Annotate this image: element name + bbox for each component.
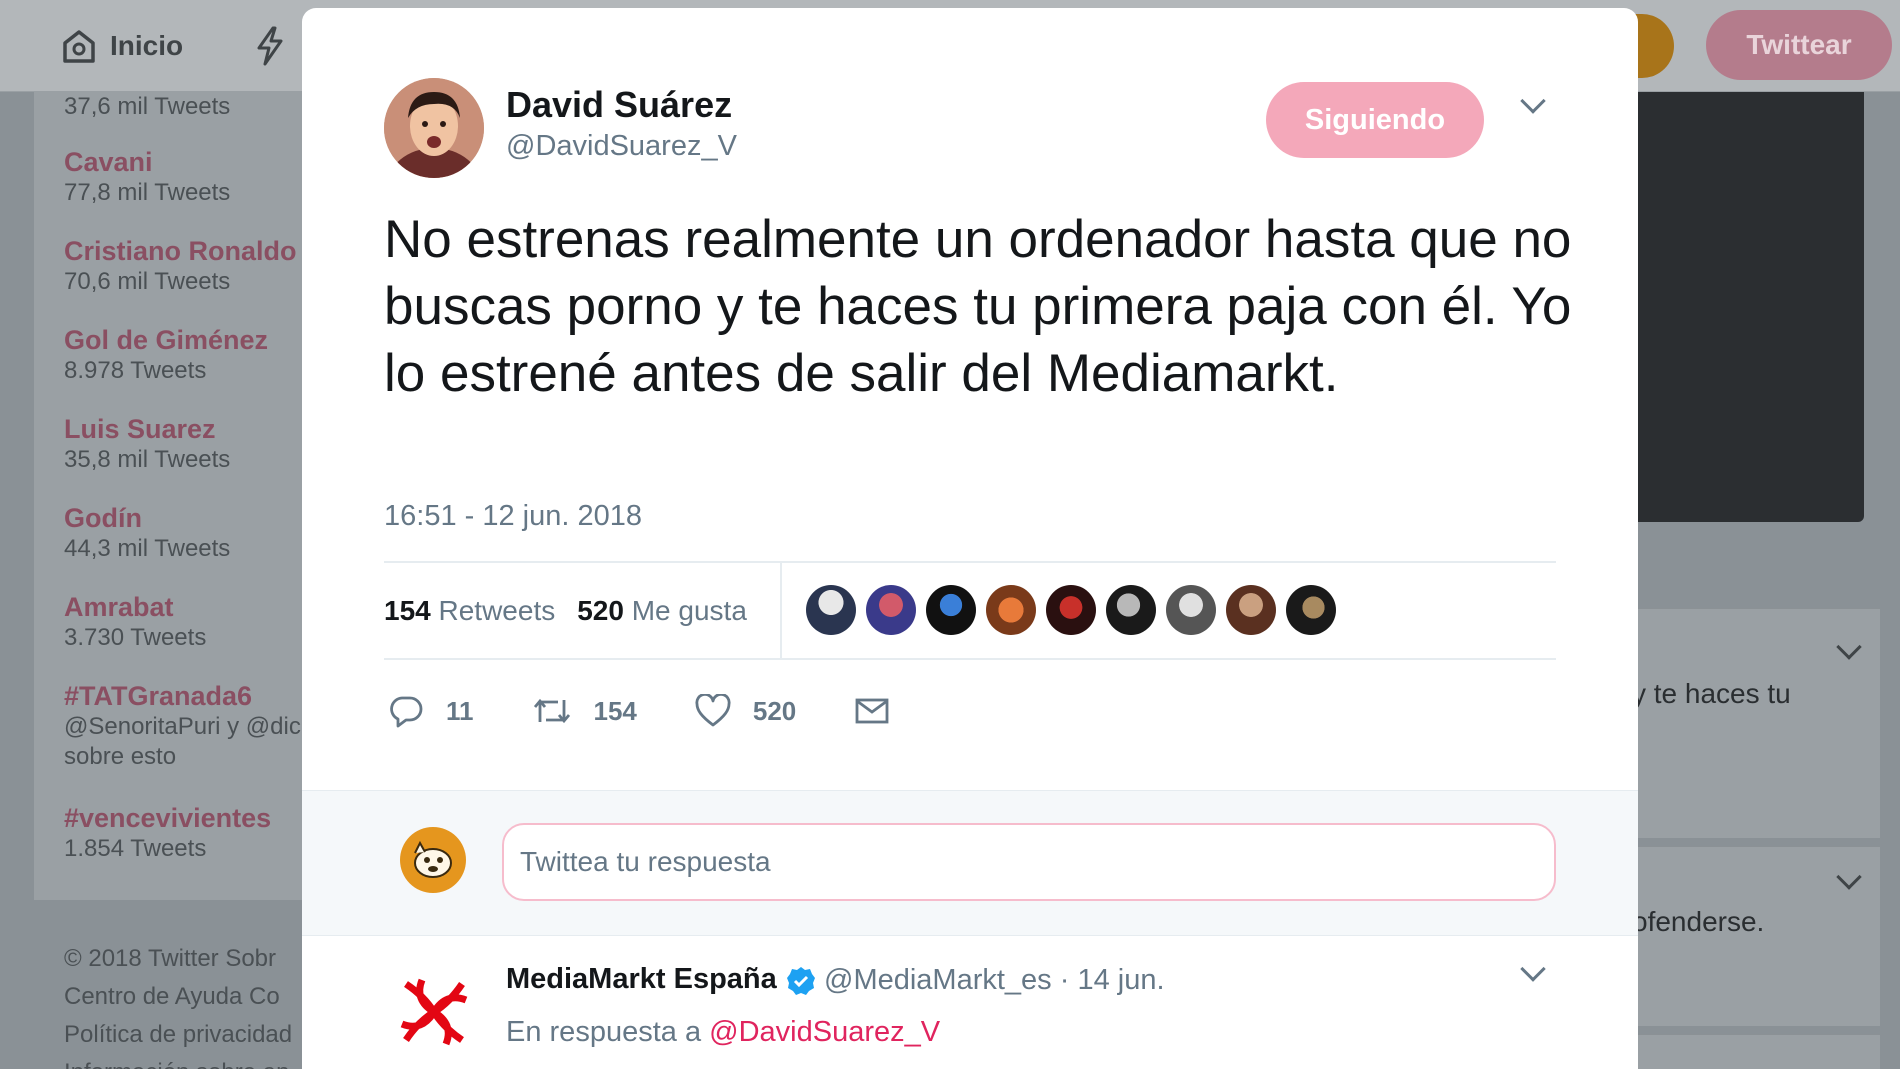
trend-count: 35,8 mil Tweets: [64, 446, 231, 473]
like-action[interactable]: 520: [695, 694, 796, 728]
retweet-icon: [533, 698, 570, 724]
liker-avatar[interactable]: [1226, 585, 1276, 635]
trend-item[interactable]: #vencevivientes 1.854 Tweets: [64, 802, 271, 864]
footer-line[interactable]: Política de privacidad: [64, 1016, 292, 1054]
trend-count: 44,3 mil Tweets: [64, 535, 231, 562]
retweet-action[interactable]: 154: [532, 694, 637, 728]
timeline-media: [1620, 92, 1864, 522]
trend-name: #vencevivientes: [64, 803, 272, 833]
liker-avatar[interactable]: [926, 585, 976, 635]
trends-panel: 37,6 mil Tweets Cavani 77,8 mil Tweets C…: [34, 92, 304, 900]
dog-avatar-icon: [414, 840, 452, 878]
timeline-tweet-card[interactable]: [1620, 1034, 1880, 1069]
retweets-count: 154: [384, 594, 431, 626]
tweet-detail-modal: David Suárez @DavidSuarez_V Siguiendo No…: [302, 8, 1638, 1069]
trend-context: @SenoritaPuri y @dic: [64, 713, 301, 740]
nav-item-moments[interactable]: [253, 26, 287, 66]
footer-links: © 2018 Twitter Sobr Centro de Ayuda Co P…: [64, 940, 292, 1069]
reply-count: 11: [446, 695, 474, 726]
liker-avatar[interactable]: [1046, 585, 1096, 635]
following-button[interactable]: Siguiendo: [1266, 82, 1484, 158]
trend-item[interactable]: Luis Suarez 35,8 mil Tweets: [64, 413, 230, 475]
trend-count: 8.978 Tweets: [64, 357, 207, 384]
trend-count: 1.854 Tweets: [64, 835, 207, 862]
author-name[interactable]: David Suárez: [506, 84, 732, 126]
reply-author-name[interactable]: MediaMarkt España: [506, 963, 777, 996]
footer-line[interactable]: Centro de Ayuda Co: [64, 978, 292, 1016]
mediamarkt-avatar[interactable]: [384, 962, 484, 1062]
mediamarkt-logo: [384, 962, 484, 1062]
current-user-avatar[interactable]: [400, 827, 466, 893]
liker-avatars: [806, 585, 1336, 635]
in-reply-to-prefix: En respuesta a: [506, 1016, 702, 1048]
trend-count: 70,6 mil Tweets: [64, 268, 231, 295]
verified-badge-icon: [787, 967, 815, 995]
tweet-timestamp[interactable]: 16:51 - 12 jun. 2018: [384, 500, 642, 533]
reply-input[interactable]: [502, 823, 1556, 901]
likes-label: Me gusta: [631, 594, 747, 626]
reply-composer: [302, 790, 1638, 936]
trend-item[interactable]: Amrabat 3.730 Tweets: [64, 591, 206, 653]
trend-name: Cristiano Ronaldo: [64, 236, 297, 266]
liker-avatar[interactable]: [1106, 585, 1156, 635]
author-photo: [384, 78, 484, 178]
trend-count: 77,8 mil Tweets: [64, 179, 231, 206]
trend-name: Cavani: [64, 147, 153, 177]
tweet-compose-button[interactable]: Twittear: [1706, 10, 1892, 80]
author-handle[interactable]: @DavidSuarez_V: [506, 130, 737, 163]
chevron-down-icon[interactable]: [1520, 956, 1546, 982]
heart-icon: [695, 694, 731, 727]
nav-home-label: Inicio: [110, 30, 184, 61]
nav-links: Inicio: [60, 0, 287, 92]
likes-count: 520: [577, 594, 624, 626]
lightning-icon: [257, 26, 283, 66]
stats-counts: 154 Retweets 520 Me gusta: [384, 563, 782, 658]
retweets-label: Retweets: [438, 594, 556, 626]
trend-item[interactable]: Cavani 77,8 mil Tweets: [64, 146, 230, 208]
trend-item[interactable]: 37,6 mil Tweets: [64, 92, 230, 122]
timeline-snippet: ofenderse.: [1632, 906, 1765, 937]
chevron-down-icon[interactable]: [1520, 88, 1546, 114]
trend-context: sobre esto: [64, 743, 177, 770]
footer-line[interactable]: Información sobre an: [64, 1054, 292, 1069]
trend-item[interactable]: Godín 44,3 mil Tweets: [64, 502, 230, 564]
tweet-actions: 11 154 520: [388, 694, 948, 728]
timeline-snippet: y te haces tu: [1632, 678, 1791, 709]
in-reply-to: En respuesta a @DavidSuarez_V: [506, 1016, 940, 1049]
trend-count: 37,6 mil Tweets: [64, 93, 231, 120]
trend-item[interactable]: Cristiano Ronaldo 70,6 mil Tweets: [64, 235, 297, 297]
footer-line[interactable]: © 2018 Twitter Sobr: [64, 940, 292, 978]
tweet-text: No estrenas realmente un ordenador hasta…: [384, 210, 1572, 403]
envelope-icon: [855, 698, 889, 724]
trend-name: #TATGranada6: [64, 681, 253, 711]
trend-name: Gol de Giménez: [64, 325, 269, 355]
nav-item-home[interactable]: Inicio: [60, 27, 183, 65]
trend-item[interactable]: Gol de Giménez 8.978 Tweets: [64, 324, 268, 386]
liker-avatar[interactable]: [866, 585, 916, 635]
trend-name: Godín: [64, 503, 142, 533]
trend-name: Luis Suarez: [64, 414, 216, 444]
trend-item[interactable]: #TATGranada6 @SenoritaPuri y @dic sobre …: [64, 680, 301, 772]
like-count: 520: [752, 695, 797, 726]
reply-handle-date[interactable]: @MediaMarkt_es · 14 jun.: [824, 964, 1165, 997]
retweets-stat[interactable]: 154 Retweets: [384, 595, 555, 627]
liker-avatar[interactable]: [1166, 585, 1216, 635]
likes-stat[interactable]: 520 Me gusta: [577, 595, 747, 627]
liker-avatar[interactable]: [806, 585, 856, 635]
reply-icon: [390, 696, 423, 728]
retweet-count: 154: [593, 695, 637, 726]
author-avatar[interactable]: [384, 78, 484, 178]
trend-count: 3.730 Tweets: [64, 624, 207, 651]
trend-name: Amrabat: [64, 592, 174, 622]
liker-avatar[interactable]: [1286, 585, 1336, 635]
direct-message-action[interactable]: [854, 696, 890, 726]
liker-avatar[interactable]: [986, 585, 1036, 635]
reply-action[interactable]: 11: [388, 694, 474, 728]
home-icon: [63, 30, 95, 63]
tweet-stats: 154 Retweets 520 Me gusta: [384, 561, 1556, 660]
in-reply-to-link[interactable]: @DavidSuarez_V: [709, 1016, 940, 1048]
